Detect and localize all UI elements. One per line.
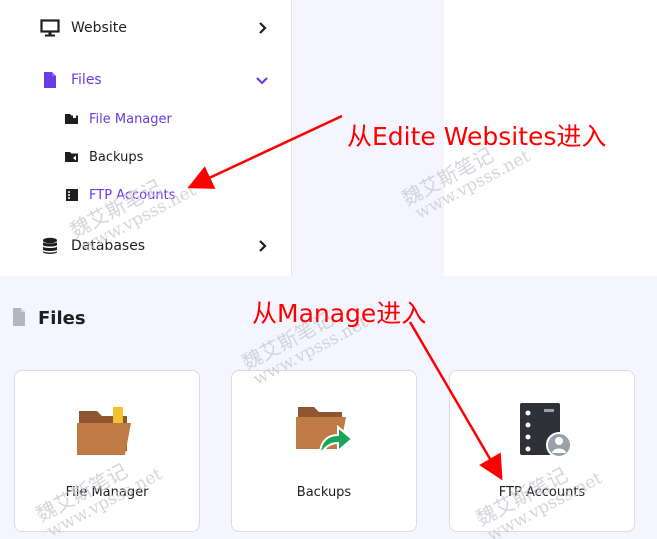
monitor-icon xyxy=(40,18,60,38)
sidebar-item-label: Website xyxy=(71,20,127,36)
folder-backup-icon xyxy=(292,401,356,459)
sidebar-item-files[interactable]: Files xyxy=(0,70,292,90)
sidebar-item-website[interactable]: Website xyxy=(0,18,292,38)
database-icon xyxy=(40,236,60,256)
file-icon xyxy=(12,307,26,327)
chevron-down-icon xyxy=(256,74,268,86)
section-title: Files xyxy=(38,308,86,329)
backups-card[interactable]: Backups xyxy=(231,370,417,532)
sidebar-item-databases[interactable]: Databases xyxy=(0,236,292,256)
folder-backup-icon xyxy=(64,149,80,165)
annotation-top: 从Edite Websites进入 xyxy=(347,122,607,151)
sidebar-subitem-file-manager[interactable]: File Manager xyxy=(0,110,292,128)
annotation-bottom: 从Manage进入 xyxy=(252,299,427,328)
sidebar-subitem-label: File Manager xyxy=(89,111,172,127)
sidebar-subitem-label: Backups xyxy=(89,149,144,165)
sidebar-item-label: Files xyxy=(71,72,102,88)
chevron-right-icon xyxy=(256,22,268,34)
sidebar-subitem-backups[interactable]: Backups xyxy=(0,148,292,166)
sidebar: Website Files File Manager Backups FTP A… xyxy=(0,0,292,276)
folder-open-icon xyxy=(64,111,80,127)
server-icon xyxy=(64,187,80,203)
chevron-right-icon xyxy=(256,240,268,252)
folder-open-icon xyxy=(75,401,139,459)
server-user-icon xyxy=(510,401,574,459)
file-icon xyxy=(40,70,60,90)
card-label: Backups xyxy=(296,485,352,500)
